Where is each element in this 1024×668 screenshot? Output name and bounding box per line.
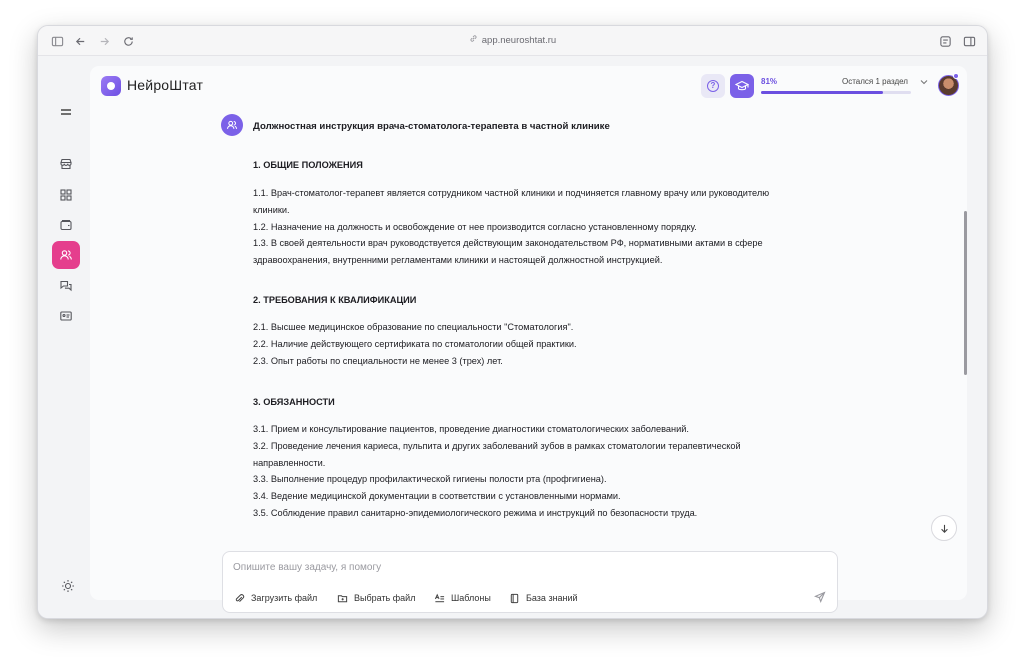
section-body: 3.1. Прием и консультирование пациентов,… xyxy=(253,421,810,522)
chevron-down-icon[interactable] xyxy=(919,77,929,87)
paragraph-line: 2.1. Высшее медицинское образование по с… xyxy=(253,322,574,332)
paragraph-line: 3.3. Выполнение процедур профилактическо… xyxy=(253,474,607,485)
address-bar[interactable]: app.neuroshtat.ru xyxy=(38,34,987,46)
send-icon[interactable] xyxy=(814,590,827,603)
templates-label: Шаблоны xyxy=(451,593,491,603)
url-text: app.neuroshtat.ru xyxy=(481,35,557,46)
users-icon xyxy=(227,120,238,129)
select-file-button[interactable]: Выбрать файл xyxy=(337,591,415,605)
paragraph-line: 2.2. Наличие действующего сертификата по… xyxy=(253,338,577,349)
paragraph-line: 3.2. Проведение лечения кариеса, пульпит… xyxy=(253,440,741,451)
section-heading: 2. ТРЕБОВАНИЯ К КВАЛИФИКАЦИИ xyxy=(253,295,417,305)
paragraph-line: 2.3. Опыт работы по специальности не мен… xyxy=(253,355,503,366)
sidebar-item-staff[interactable] xyxy=(52,241,80,269)
split-view-icon[interactable] xyxy=(963,35,976,48)
archive-icon xyxy=(60,219,72,231)
progress-bar xyxy=(761,91,911,94)
link-icon xyxy=(469,34,478,46)
paragraph-line: направленности. xyxy=(253,457,326,468)
browser-toolbar: app.neuroshtat.ru xyxy=(38,26,987,56)
text-format-icon xyxy=(434,593,445,602)
section-heading: 3. ОБЯЗАННОСТИ xyxy=(253,397,335,407)
progress-fill xyxy=(761,91,883,94)
paragraph-line: 3.4. Ведение медицинской документации в … xyxy=(253,491,621,502)
sidebar-item-dashboard[interactable] xyxy=(52,181,80,209)
paragraph-line: 3.5. Соблюдение правил санитарно-эпидеми… xyxy=(253,507,698,518)
reader-icon[interactable] xyxy=(939,35,952,48)
task-input[interactable] xyxy=(233,562,753,573)
scroll-down-button[interactable] xyxy=(931,515,957,541)
paragraph-line: здравоохранения, внутренними регламентам… xyxy=(253,255,663,266)
templates-button[interactable]: Шаблоны xyxy=(434,591,491,605)
chat-icon xyxy=(60,280,72,292)
arrow-down-icon xyxy=(940,524,948,533)
learning-button[interactable] xyxy=(730,74,754,98)
paragraph-line: 1.2. Назначение на должность и освобожде… xyxy=(253,221,697,232)
progress-percent: 81% xyxy=(761,77,778,86)
sidebar-item-archive[interactable] xyxy=(52,211,80,239)
sidebar-item-store[interactable] xyxy=(52,150,80,178)
paragraph-line: 1.1. Врач-стоматолог-терапевт является с… xyxy=(253,188,770,198)
help-button[interactable]: ? xyxy=(701,74,725,98)
section-body: 1.1. Врач-стоматолог-терапевт является с… xyxy=(253,185,810,269)
sidebar-item-chats[interactable] xyxy=(52,272,80,300)
progress-note: Остался 1 раздел xyxy=(842,77,908,86)
brand-name: НейроШтат xyxy=(127,77,204,93)
book-icon xyxy=(510,593,519,603)
scrollbar-thumb[interactable] xyxy=(964,211,967,375)
graduation-cap-icon xyxy=(735,80,749,91)
id-card-icon xyxy=(60,311,72,321)
grid-icon xyxy=(60,189,72,201)
app-sidebar xyxy=(38,57,90,618)
sun-icon[interactable] xyxy=(61,579,75,593)
section-body: 2.1. Высшее медицинское образование по с… xyxy=(253,319,810,369)
paragraph-line: 3.1. Прием и консультирование пациентов,… xyxy=(253,424,689,434)
paragraph-line: 1.3. В своей деятельности врач руководст… xyxy=(253,238,763,249)
select-file-label: Выбрать файл xyxy=(354,593,416,603)
knowledge-base-label: База знаний xyxy=(526,593,578,603)
paperclip-icon xyxy=(235,593,245,602)
logo-icon xyxy=(101,76,121,96)
assistant-avatar xyxy=(221,114,243,136)
document-content: Должностная инструкция врача-стоматолога… xyxy=(250,113,810,550)
folder-icon xyxy=(337,594,348,602)
browser-window: app.neuroshtat.ru НейроШтат ? 81% Осталс… xyxy=(37,25,988,619)
upload-file-button[interactable]: Загрузить файл xyxy=(234,591,317,605)
menu-icon xyxy=(61,109,71,115)
users-icon xyxy=(60,250,72,260)
store-icon xyxy=(60,158,72,170)
app-header: НейроШтат ? 81% Остался 1 раздел xyxy=(90,66,967,106)
section-heading: 1. ОБЩИЕ ПОЛОЖЕНИЯ xyxy=(253,160,363,170)
paragraph-line: клиники. xyxy=(253,204,290,215)
help-icon: ? xyxy=(707,80,719,92)
notification-dot xyxy=(953,73,959,79)
main-panel: НейроШтат ? 81% Остался 1 раздел Должнос… xyxy=(90,66,967,613)
menu-button[interactable] xyxy=(52,98,80,126)
upload-file-label: Загрузить файл xyxy=(251,593,318,603)
document-title: Должностная инструкция врача-стоматолога… xyxy=(253,121,610,132)
composer: Загрузить файл Выбрать файл Шаблоны База… xyxy=(222,551,838,613)
knowledge-base-button[interactable]: База знаний xyxy=(509,591,578,605)
sidebar-item-cards[interactable] xyxy=(52,302,80,330)
